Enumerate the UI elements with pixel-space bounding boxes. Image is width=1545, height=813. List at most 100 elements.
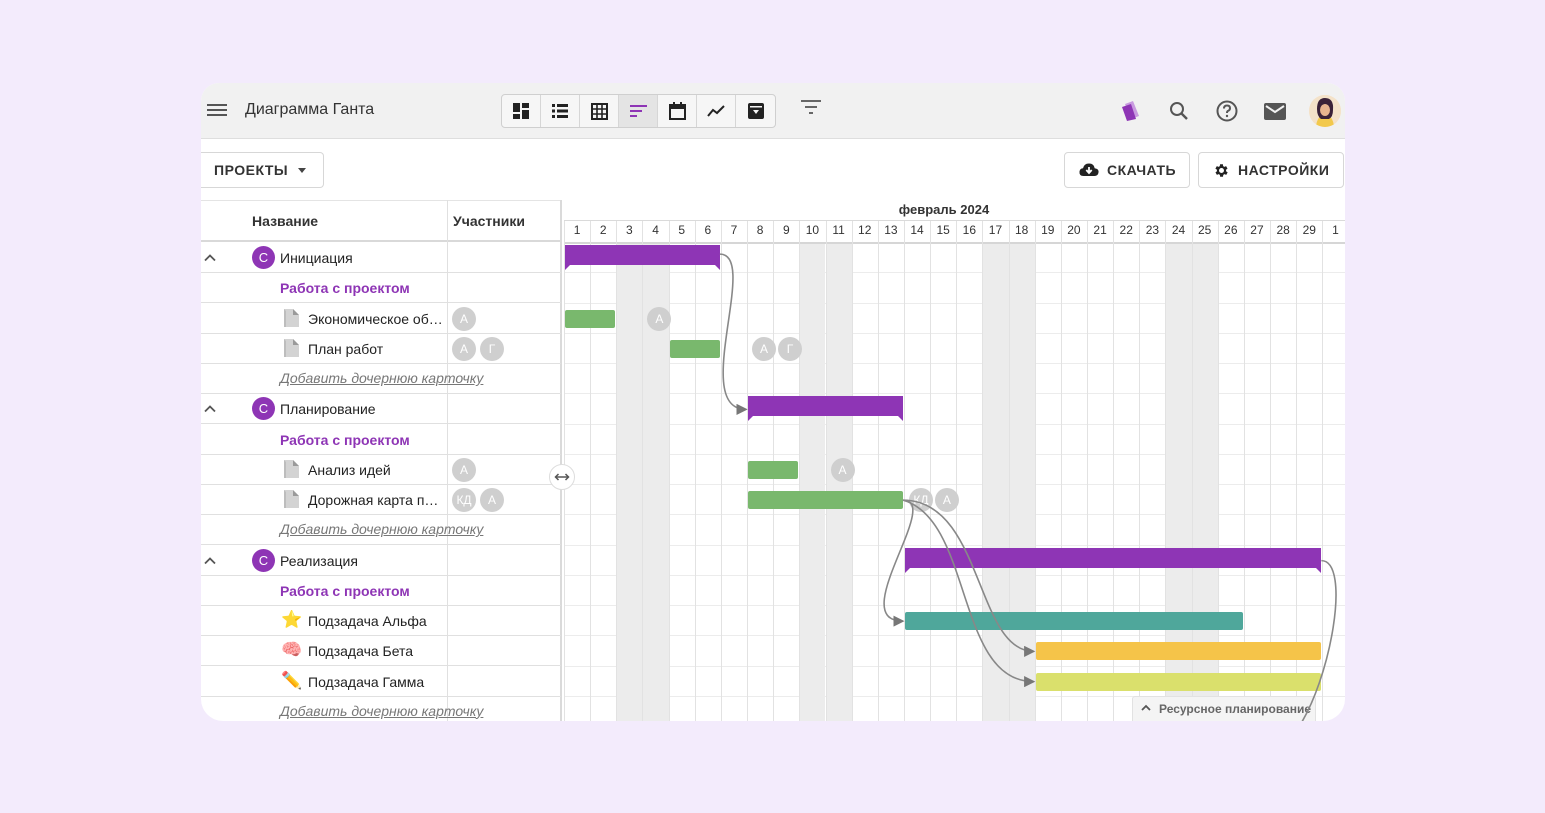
chevron-up-icon[interactable] [203, 402, 217, 416]
brain-icon: 🧠 [281, 640, 303, 660]
panel-resize-handle[interactable] [549, 464, 575, 490]
participant-avatar[interactable]: КД [908, 488, 933, 513]
archive-icon[interactable] [736, 95, 775, 127]
task-bar[interactable] [669, 339, 720, 358]
table-row[interactable]: План работ А Г [201, 334, 561, 364]
group-row[interactable]: С Планирование [201, 394, 561, 425]
row-line [564, 665, 1345, 667]
group-row[interactable]: С Инициация [201, 243, 561, 273]
group-name: Планирование [280, 401, 376, 418]
table-row[interactable]: ⭐ Подзадача Альфа [201, 606, 561, 636]
participant-avatar[interactable]: Г [480, 336, 504, 361]
search-icon[interactable] [1165, 97, 1193, 125]
dashboard-icon[interactable] [502, 95, 541, 127]
participant-avatar[interactable]: А [830, 457, 855, 482]
summary-bar[interactable] [904, 547, 1322, 573]
participant-avatar[interactable]: А [934, 488, 959, 513]
participant-avatar[interactable]: КД [452, 488, 476, 512]
add-child-card-link[interactable]: Добавить дочернюю карточку [280, 521, 483, 537]
participant-avatar[interactable]: А [452, 336, 476, 361]
day-gridline [982, 221, 984, 721]
add-child-row[interactable]: Добавить дочернюю карточку [201, 364, 561, 394]
participant-avatar[interactable]: Г [778, 336, 803, 361]
section-row[interactable]: Работа с проектом [201, 576, 561, 606]
row-line [564, 514, 1345, 516]
add-child-card-link[interactable]: Добавить дочернюю карточку [280, 370, 483, 386]
add-child-card-link[interactable]: Добавить дочернюю карточку [280, 703, 483, 719]
download-button[interactable]: СКАЧАТЬ [1064, 152, 1190, 188]
day-label: 7 [730, 223, 738, 237]
table-row[interactable]: ✏️ Подзадача Гамма [201, 667, 561, 697]
chevron-up-icon[interactable] [203, 554, 217, 568]
task-bar[interactable] [748, 491, 903, 510]
table-row[interactable]: Анализ идей А [201, 455, 561, 485]
page-title: Диаграмма Ганта [245, 101, 375, 118]
day-label: 29 [1302, 223, 1316, 237]
mail-icon[interactable] [1261, 97, 1289, 125]
participant-avatar[interactable]: А [647, 306, 672, 331]
table-row[interactable]: Экономическое об… А [201, 304, 561, 334]
day-label: 28 [1276, 223, 1290, 237]
task-bar[interactable] [1035, 672, 1322, 691]
row-line [564, 363, 1345, 364]
chevron-down-icon [298, 167, 307, 173]
calendar-icon[interactable] [658, 95, 697, 127]
column-header-name[interactable]: Название [252, 213, 318, 229]
participant-avatar[interactable]: А [752, 336, 777, 361]
day-label: 25 [1198, 223, 1212, 237]
gantt-icon[interactable] [619, 95, 658, 127]
participant-avatar[interactable]: А [452, 306, 476, 331]
projects-dropdown[interactable]: ПРОЕКТЫ [201, 152, 324, 188]
avatar[interactable] [1309, 95, 1341, 127]
document-icon [283, 459, 300, 479]
task-name: Экономическое об… [308, 310, 443, 327]
column-header-participants[interactable]: Участники [453, 213, 525, 229]
table-row[interactable]: Дорожная карта п… КД А [201, 485, 561, 515]
resource-planning-tab[interactable]: Ресурсное планирование [1132, 696, 1316, 721]
section-row[interactable]: Работа с проектом [201, 425, 561, 455]
section-row[interactable]: Работа с проектом [201, 273, 561, 304]
group-row[interactable]: С Реализация [201, 546, 561, 576]
group-badge: С [252, 548, 275, 572]
settings-label: НАСТРОЙКИ [1238, 162, 1330, 178]
resource-planning-label: Ресурсное планирование [1159, 702, 1312, 716]
task-bar[interactable] [565, 309, 616, 328]
day-label: 27 [1250, 223, 1264, 237]
day-label: 23 [1145, 223, 1160, 237]
list-icon[interactable] [541, 95, 580, 127]
day-gridline [903, 221, 905, 721]
task-name: Дорожная карта п… [308, 492, 439, 508]
day-gridline [668, 221, 670, 721]
section-name: Работа с проектом [280, 431, 410, 448]
day-label: 20 [1067, 223, 1081, 237]
add-child-row[interactable]: Добавить дочернюю карточку [201, 697, 561, 721]
trend-chart-icon[interactable] [697, 95, 736, 127]
day-label: 21 [1093, 223, 1107, 237]
day-label: 19 [1041, 223, 1055, 237]
day-label: 22 [1119, 223, 1133, 237]
menu-icon[interactable] [207, 101, 227, 121]
settings-button[interactable]: НАСТРОЙКИ [1198, 152, 1344, 188]
add-child-row[interactable]: Добавить дочернюю карточку [201, 515, 561, 546]
cloud-download-icon [1079, 163, 1099, 176]
group-name: Инициация [280, 250, 353, 266]
task-bar[interactable] [748, 460, 799, 479]
task-bar[interactable] [1035, 642, 1322, 661]
task-name: Анализ идей [308, 461, 391, 478]
table-grid-icon[interactable] [580, 95, 619, 127]
summary-bar[interactable] [748, 396, 903, 422]
document-icon [283, 308, 300, 328]
day-label: 18 [1014, 223, 1029, 237]
resize-arrows-icon [554, 473, 570, 481]
chevron-up-icon[interactable] [203, 251, 217, 265]
participant-avatar[interactable]: А [452, 457, 476, 482]
cards-icon[interactable] [1117, 97, 1145, 125]
summary-bar[interactable] [565, 245, 720, 271]
day-label: 5 [678, 223, 686, 237]
table-row[interactable]: 🧠 Подзадача Бета [201, 636, 561, 667]
task-bar[interactable] [904, 612, 1243, 631]
help-icon[interactable] [1213, 97, 1241, 125]
participant-avatar[interactable]: А [480, 488, 504, 512]
gear-icon [1215, 163, 1228, 177]
filter-icon[interactable] [801, 100, 827, 122]
